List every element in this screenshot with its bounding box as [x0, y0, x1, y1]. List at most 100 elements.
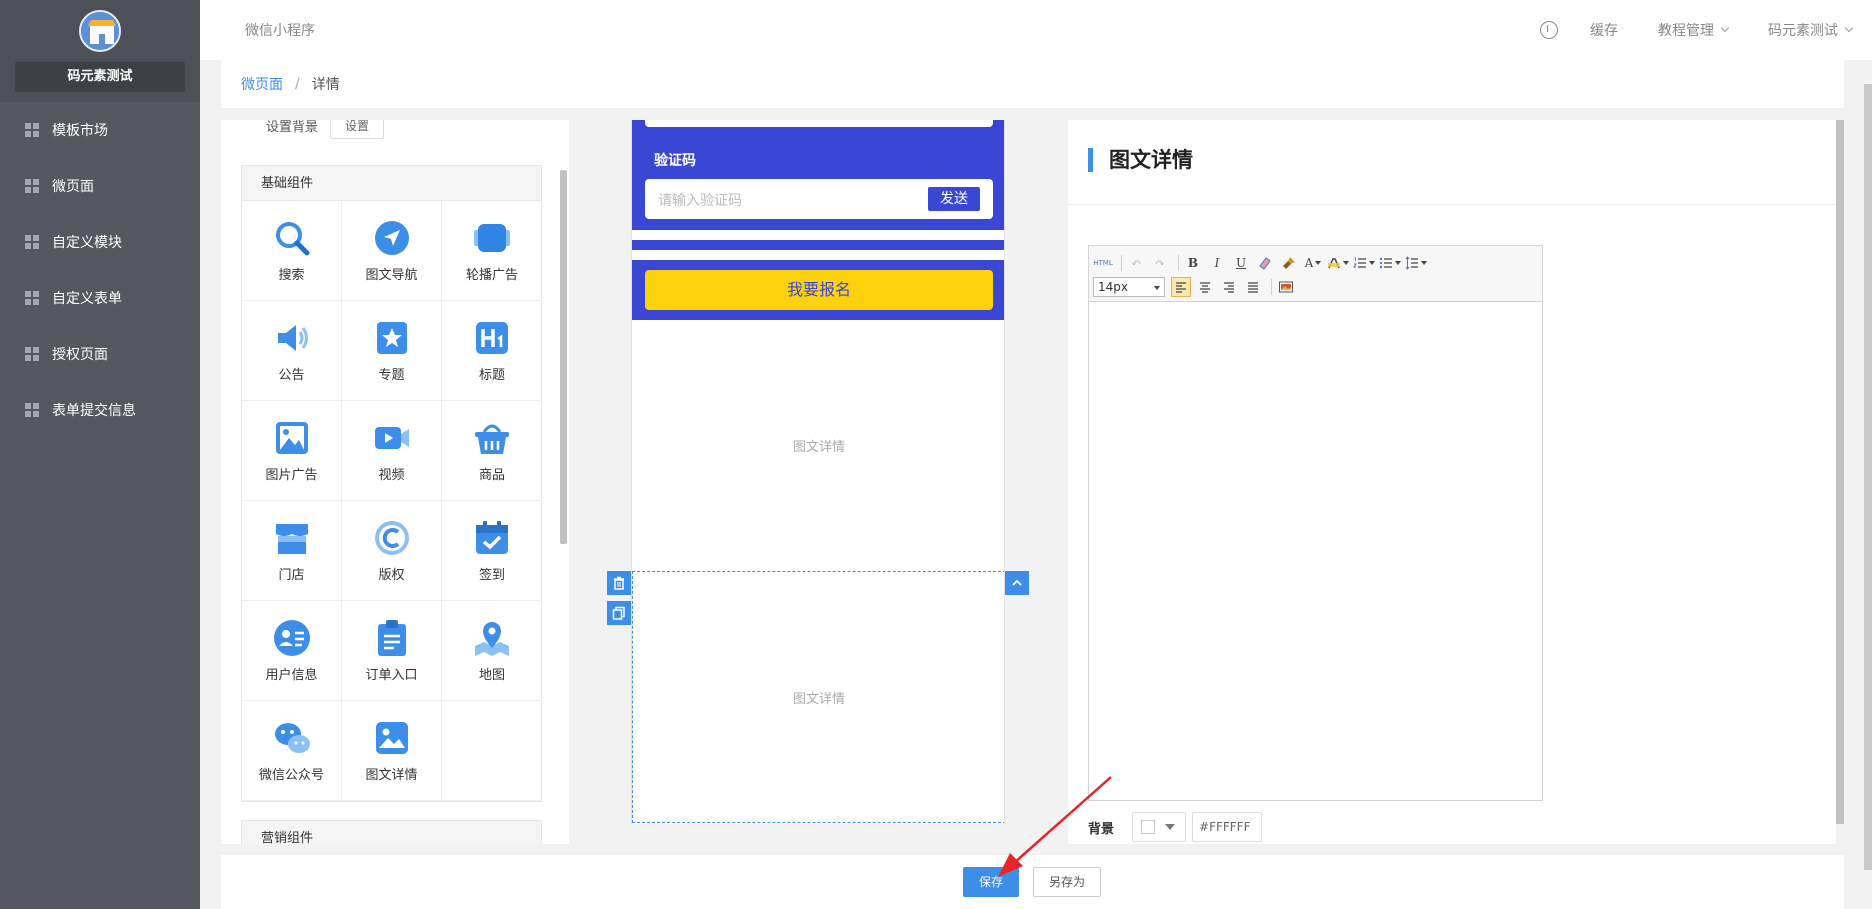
underline-button[interactable]: U: [1231, 253, 1251, 273]
breadcrumb: 微页面 / 详情: [221, 60, 1844, 108]
grid-icon: [25, 123, 39, 137]
copyright-icon: [372, 518, 412, 558]
page-scrollbar[interactable]: [1864, 84, 1872, 870]
background-label: 设置背景: [266, 120, 319, 135]
announcement-icon: [272, 318, 312, 358]
eraser-icon[interactable]: [1255, 253, 1275, 273]
component-heading[interactable]: 标题: [442, 301, 542, 401]
insert-image-icon[interactable]: [1276, 277, 1296, 297]
code-input[interactable]: 请输入验证码 发送: [645, 179, 993, 219]
caret-down-icon: [1421, 261, 1427, 265]
component-wechat-official[interactable]: 微信公众号: [242, 701, 342, 801]
component-label: 用户信息: [265, 668, 318, 683]
sidebar-item-custom-module[interactable]: 自定义模块: [0, 214, 200, 270]
component-copyright[interactable]: 版权: [342, 501, 442, 601]
editor-toolbar: HTML ↶ ↷ B I U A 14px: [1089, 246, 1542, 302]
component-label: 商品: [478, 468, 505, 483]
signup-button[interactable]: 我要报名: [645, 270, 993, 310]
editor-panel-scrollbar[interactable]: [1836, 120, 1844, 824]
component-image-nav[interactable]: 图文导航: [342, 201, 442, 301]
breadcrumb-parent[interactable]: 微页面: [241, 74, 283, 94]
bold-button[interactable]: B: [1183, 253, 1203, 273]
ordered-list-button[interactable]: [1353, 253, 1375, 273]
component-goods[interactable]: 商品: [442, 401, 542, 501]
toolbar-row-1: HTML ↶ ↷ B I U A: [1093, 252, 1538, 274]
undo-icon[interactable]: ↶: [1126, 253, 1146, 273]
component-user-info[interactable]: 用户信息: [242, 601, 342, 701]
image-ad-icon: [272, 418, 312, 458]
component-carousel[interactable]: 轮播广告: [442, 201, 542, 301]
tutorial-menu[interactable]: 教程管理: [1658, 20, 1730, 40]
phone-preview: 验证码 请输入验证码 发送 我要报名 图文详情 图文详情: [631, 120, 1005, 824]
sidebar-item-form-submissions[interactable]: 表单提交信息: [0, 382, 200, 438]
align-left-icon[interactable]: [1171, 277, 1191, 297]
image-text-block[interactable]: 图文详情: [632, 320, 1004, 570]
component-checkin[interactable]: 签到: [442, 501, 542, 601]
block-placeholder: 图文详情: [792, 439, 845, 455]
align-justify-icon[interactable]: [1243, 277, 1263, 297]
component-store[interactable]: 门店: [242, 501, 342, 601]
checkin-icon: [472, 518, 512, 558]
component-label: 轮播广告: [465, 268, 518, 283]
move-up-button[interactable]: [1005, 571, 1029, 595]
copy-block-button[interactable]: [607, 601, 631, 625]
background-color-input[interactable]: #FFFFFF: [1192, 812, 1263, 842]
font-size-select[interactable]: 14px: [1093, 277, 1165, 297]
component-search[interactable]: 搜索: [242, 201, 342, 301]
component-announcement[interactable]: 公告: [242, 301, 342, 401]
html-source-button[interactable]: HTML: [1093, 253, 1113, 273]
basic-components-heading: 基础组件: [242, 166, 541, 201]
component-video[interactable]: 视频: [342, 401, 442, 501]
sidebar-item-micro-page[interactable]: 微页面: [0, 158, 200, 214]
sidebar-item-auth-page[interactable]: 授权页面: [0, 326, 200, 382]
save-button[interactable]: 保存: [963, 867, 1019, 897]
signup-block[interactable]: 我要报名: [632, 260, 1004, 320]
component-order-entry[interactable]: 订单入口: [342, 601, 442, 701]
delete-block-button[interactable]: [607, 571, 631, 595]
download-icon[interactable]: [1540, 21, 1558, 39]
highlight-icon: [1328, 258, 1340, 269]
highlight-button[interactable]: [1327, 253, 1349, 273]
unordered-list-icon: [1379, 257, 1392, 269]
component-topic[interactable]: 专题: [342, 301, 442, 401]
unordered-list-button[interactable]: [1379, 253, 1401, 273]
sidebar-item-label: 授权页面: [52, 347, 108, 363]
set-background-button[interactable]: 设置: [330, 120, 385, 139]
store-icon: [272, 518, 312, 558]
footer-bar: 保存 另存为: [221, 855, 1844, 909]
image-text-block-selected[interactable]: 图文详情: [632, 571, 1004, 823]
component-label: 专题: [378, 368, 405, 383]
align-center-icon[interactable]: [1195, 277, 1215, 297]
line-height-icon: [1405, 256, 1418, 270]
send-code-button[interactable]: 发送: [928, 187, 980, 211]
sidebar-item-label: 自定义表单: [52, 291, 122, 307]
component-map[interactable]: 地图: [442, 601, 542, 701]
form-block[interactable]: 验证码 请输入验证码 发送: [632, 120, 1004, 230]
grid-icon: [25, 291, 39, 305]
sidebar-item-label: 微页面: [52, 179, 94, 195]
font-color-button[interactable]: A: [1303, 253, 1323, 273]
component-image-ad[interactable]: 图片广告: [242, 401, 342, 501]
component-label: 版权: [378, 568, 405, 583]
component-image-text[interactable]: 图文详情: [342, 701, 442, 801]
redo-icon[interactable]: ↷: [1150, 253, 1170, 273]
divider-block[interactable]: [632, 240, 1004, 250]
caret-down-icon: [1165, 824, 1176, 830]
account-menu[interactable]: 码元素测试: [1768, 20, 1854, 40]
sidebar-item-template-market[interactable]: 模板市场: [0, 102, 200, 158]
component-label: 订单入口: [365, 668, 418, 683]
format-brush-icon[interactable]: [1279, 253, 1299, 273]
sidebar-item-custom-form[interactable]: 自定义表单: [0, 270, 200, 326]
color-swatch: [1141, 820, 1156, 834]
line-height-button[interactable]: [1405, 253, 1427, 273]
background-color-picker[interactable]: [1132, 812, 1187, 842]
cache-button[interactable]: 缓存: [1590, 20, 1618, 40]
sidebar-item-label: 表单提交信息: [52, 403, 136, 419]
components-scrollbar[interactable]: [560, 170, 567, 544]
italic-button[interactable]: I: [1207, 253, 1227, 273]
align-right-icon[interactable]: [1219, 277, 1239, 297]
chevron-up-icon: [1012, 579, 1022, 586]
shop-logo[interactable]: [79, 10, 121, 52]
caret-down-icon: [1343, 261, 1349, 265]
save-as-button[interactable]: 另存为: [1033, 867, 1101, 897]
